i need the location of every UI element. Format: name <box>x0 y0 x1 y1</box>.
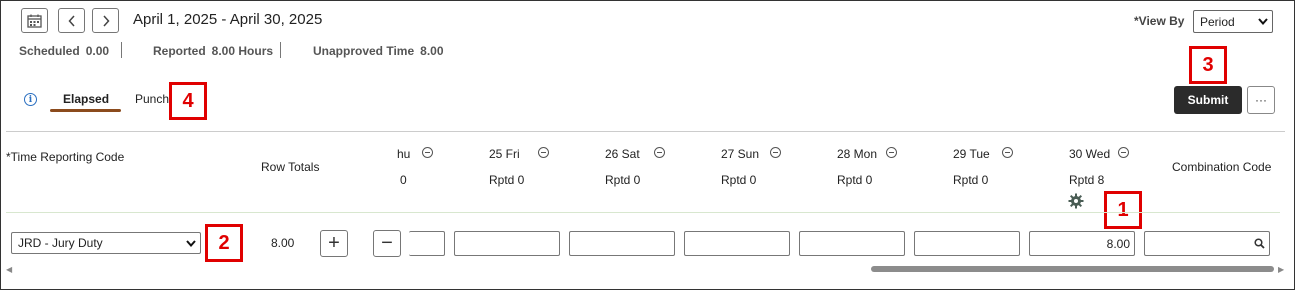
day-rptd-25: Rptd 0 <box>489 173 525 187</box>
day-rptd-28: Rptd 0 <box>837 173 873 187</box>
scroll-right-arrow[interactable]: ▶ <box>1278 265 1284 274</box>
divider <box>280 42 281 58</box>
scroll-left-arrow[interactable]: ◀ <box>6 265 12 274</box>
tab-punch[interactable]: Punch <box>135 92 169 106</box>
collapse-circle-icon[interactable] <box>654 147 665 158</box>
info-icon[interactable]: i <box>24 93 37 106</box>
chevron-down-icon <box>186 239 196 247</box>
annotation-marker-3: 3 <box>1189 46 1227 84</box>
more-actions-button[interactable]: ··· <box>1247 86 1275 114</box>
tab-elapsed[interactable]: Elapsed <box>63 92 109 106</box>
plus-icon: + <box>328 232 340 254</box>
unapproved-label: Unapproved Time <box>313 44 415 58</box>
reported-value: 8.00 Hours <box>211 44 274 58</box>
day-header-30: 30 Wed <box>1069 147 1111 161</box>
previous-period-button[interactable] <box>58 8 85 33</box>
row-total-value: 8.00 <box>271 236 295 250</box>
unapproved-summary: Unapproved Time 8.00 <box>313 44 444 58</box>
chevron-right-icon <box>102 14 110 27</box>
collapse-circle-icon[interactable] <box>770 147 781 158</box>
delete-row-button[interactable]: − <box>373 230 401 257</box>
day-rptd-26: Rptd 0 <box>605 173 641 187</box>
row-totals-header: Row Totals <box>261 160 320 174</box>
day-header-26: 26 Sat <box>605 147 640 161</box>
day-header-29: 29 Tue <box>953 147 990 161</box>
partial-day-header: hu <box>397 147 411 161</box>
divider <box>6 212 1280 213</box>
active-tab-indicator <box>50 109 121 112</box>
submit-button[interactable]: Submit <box>1174 86 1242 114</box>
scheduled-label: Scheduled <box>19 44 80 58</box>
day-header-25: 25 Fri <box>489 147 520 161</box>
trc-value: JRD - Jury Duty <box>18 236 103 250</box>
annotation-marker-4: 4 <box>169 82 207 120</box>
more-icon: ··· <box>1255 93 1267 107</box>
divider <box>6 131 1285 132</box>
calendar-icon <box>27 14 42 28</box>
collapse-circle-icon[interactable] <box>538 147 549 158</box>
search-icon[interactable] <box>1254 238 1265 249</box>
hours-input-29[interactable] <box>914 231 1020 256</box>
partial-day-rptd: 0 <box>400 173 407 187</box>
collapse-circle-icon[interactable] <box>422 147 433 158</box>
next-period-button[interactable] <box>92 8 119 33</box>
unapproved-value: 8.00 <box>420 44 444 58</box>
collapse-circle-icon[interactable] <box>886 147 897 158</box>
annotation-marker-1: 1 <box>1104 191 1142 229</box>
calendar-button[interactable] <box>21 8 48 33</box>
hours-input-28[interactable] <box>799 231 905 256</box>
day-header-28: 28 Mon <box>837 147 878 161</box>
hours-input-30[interactable]: 8.00 <box>1029 231 1135 256</box>
time-reporting-code-select[interactable]: JRD - Jury Duty <box>11 232 201 254</box>
scheduled-value: 0.00 <box>85 44 110 58</box>
chevron-left-icon <box>67 14 75 27</box>
reported-summary: Reported 8.00 Hours <box>153 44 273 58</box>
chevron-down-icon <box>1258 18 1268 25</box>
day-rptd-27: Rptd 0 <box>721 173 757 187</box>
hours-input-24[interactable] <box>409 231 445 256</box>
view-by-value: Period <box>1200 14 1235 29</box>
hours-input-27[interactable] <box>684 231 790 256</box>
day-rptd-30: Rptd 8 <box>1069 173 1105 187</box>
day-header-27: 27 Sun <box>721 147 760 161</box>
divider <box>121 42 122 58</box>
horizontal-scrollbar-thumb[interactable] <box>871 266 1274 272</box>
minus-icon: − <box>381 232 393 254</box>
view-by-label: *View By <box>1134 14 1185 28</box>
combination-code-header: Combination Code <box>1172 160 1272 174</box>
hours-input-25[interactable] <box>454 231 560 256</box>
reported-label: Reported <box>153 44 206 58</box>
view-by-select[interactable]: Period <box>1193 10 1273 33</box>
day-rptd-29: Rptd 0 <box>953 173 989 187</box>
combination-code-input[interactable] <box>1144 231 1270 256</box>
collapse-circle-icon[interactable] <box>1118 147 1129 158</box>
date-range: April 1, 2025 - April 30, 2025 <box>133 11 323 28</box>
add-row-button[interactable]: + <box>320 230 348 257</box>
trc-header: *Time Reporting Code <box>6 150 125 164</box>
gear-icon[interactable] <box>1068 193 1084 209</box>
hours-input-26[interactable] <box>569 231 675 256</box>
scheduled-summary: Scheduled 0.00 <box>19 44 109 58</box>
annotation-marker-2: 2 <box>205 224 243 262</box>
collapse-circle-icon[interactable] <box>1002 147 1013 158</box>
